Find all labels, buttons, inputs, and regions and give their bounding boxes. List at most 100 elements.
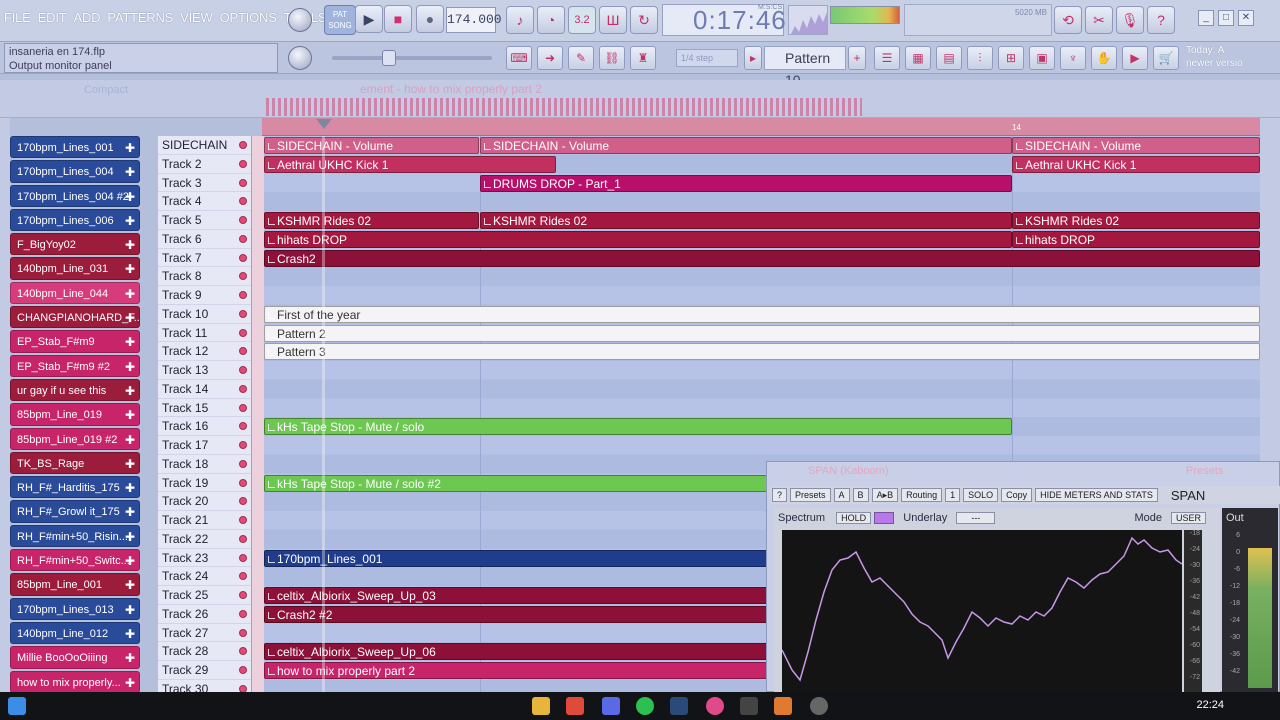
track-mute-icon[interactable] (239, 459, 247, 468)
track-mute-icon[interactable] (239, 497, 247, 506)
snap-forward-button[interactable]: ➜ (537, 46, 563, 70)
hold-button[interactable]: HOLD (836, 512, 872, 524)
playlist-button[interactable]: ☰ (874, 46, 900, 70)
mode-select[interactable]: USER (1171, 512, 1207, 524)
track-header[interactable]: Track 26 (158, 605, 251, 624)
pattern-prev-button[interactable]: ▸ (744, 46, 762, 70)
stamp-button[interactable]: ♜ (630, 46, 656, 70)
channel-item[interactable]: 85bpm_Line_001 ✚ (10, 573, 140, 596)
channel-plus-icon[interactable]: ✚ (125, 599, 135, 619)
track-mute-icon[interactable] (239, 441, 247, 449)
pattern-selector[interactable]: Pattern 10 (764, 46, 846, 88)
channel-plus-icon[interactable]: ✚ (125, 647, 135, 667)
channel-plus-icon[interactable]: ✚ (125, 234, 135, 254)
playlist-clip[interactable]: SIDECHAIN - Volume (1012, 137, 1260, 154)
track-mute-icon[interactable] (239, 553, 247, 562)
track-mute-icon[interactable] (239, 178, 247, 187)
menu-item-add[interactable]: ADD (73, 10, 100, 25)
track-header[interactable]: Track 14 (158, 380, 251, 399)
track-header[interactable]: Track 22 (158, 530, 251, 549)
span-toolbar-button[interactable]: 1 (945, 488, 961, 502)
track-header[interactable]: Track 17 (158, 436, 251, 455)
channel-plus-icon[interactable]: ✚ (125, 623, 135, 643)
playlist-clip[interactable]: Pattern 2 (264, 324, 1260, 342)
track-mute-icon[interactable] (239, 572, 247, 581)
tempo-display[interactable]: 174.000 (446, 7, 502, 33)
channel-item[interactable]: EP_Stab_F#m9 ✚ (10, 330, 140, 353)
track-header[interactable]: Track 20 (158, 492, 251, 511)
record-button[interactable]: ● (416, 5, 444, 33)
channel-plus-icon[interactable]: ✚ (125, 307, 135, 327)
channel-plus-icon[interactable]: ✚ (125, 186, 135, 206)
channel-plus-icon[interactable]: ✚ (125, 574, 135, 594)
playlist-clip[interactable]: Crash2 (264, 249, 1260, 267)
playlist-clip[interactable]: hihats DROP (264, 230, 1012, 248)
brave-icon[interactable] (566, 697, 584, 715)
metronome-button[interactable]: ♪ (506, 6, 534, 34)
track-mute-icon[interactable] (239, 272, 247, 281)
channel-item[interactable]: 85bpm_Line_019 ✚ (10, 403, 140, 426)
playlist-clip[interactable]: 170bpm_Lines_001 (264, 549, 768, 567)
channel-plus-icon[interactable]: ✚ (125, 672, 135, 692)
channel-plus-icon[interactable]: ✚ (125, 404, 135, 424)
track-mute-icon[interactable] (239, 291, 247, 299)
channel-item[interactable]: RH_F#_Harditis_175 ✚ (10, 476, 140, 499)
playlist-clip[interactable]: hihats DROP (1012, 230, 1260, 248)
span-toolbar-button[interactable]: A (833, 488, 850, 502)
channel-plus-icon[interactable]: ✚ (125, 453, 135, 473)
fl-studio-icon[interactable] (774, 697, 792, 715)
channel-plus-icon[interactable]: ✚ (125, 161, 135, 181)
track-header[interactable]: Track 18 (158, 455, 251, 474)
track-mute-icon[interactable] (239, 628, 247, 637)
track-mute-icon[interactable] (239, 422, 247, 431)
maximize-button[interactable]: □ (1218, 10, 1234, 26)
span-toolbar-button[interactable]: SOLO (963, 488, 999, 502)
wait-input-button[interactable]: ◔ (537, 6, 565, 34)
menu-item-file[interactable]: FILE (4, 10, 31, 25)
channel-plus-icon[interactable]: ✚ (125, 550, 135, 570)
track-header[interactable]: Track 8 (158, 267, 251, 286)
file-explorer-icon[interactable] (532, 697, 550, 715)
playlist-clip[interactable]: kHs Tape Stop - Mute / solo #2 (264, 474, 768, 492)
track-header[interactable]: Track 10 (158, 305, 251, 324)
track-header[interactable]: Track 3 (158, 174, 251, 193)
playlist-clip[interactable]: celtix_Albiorix_Sweep_Up_03 (264, 587, 768, 604)
channel-plus-icon[interactable]: ✚ (125, 477, 135, 497)
playlist-clip[interactable]: how to mix properly part 2 (264, 662, 768, 679)
track-mute-icon[interactable] (239, 534, 247, 543)
channel-item[interactable]: RH_F#min+50_Switc... ✚ (10, 549, 140, 572)
track-mute-icon[interactable] (239, 253, 247, 262)
mixer-button[interactable]: ⫶ (967, 46, 993, 70)
track-mute-icon[interactable] (239, 216, 247, 224)
tools-button[interactable]: ✂ (1085, 6, 1113, 34)
channel-plus-icon[interactable]: ✚ (125, 356, 135, 376)
overview-strip[interactable] (266, 98, 862, 116)
channel-plus-icon[interactable]: ✚ (125, 137, 135, 157)
channel-plus-icon[interactable]: ✚ (125, 380, 135, 400)
playlist-clip[interactable]: SIDECHAIN - Volume (480, 137, 1012, 154)
span-toolbar-button[interactable]: Routing (901, 488, 943, 502)
track-header[interactable]: Track 30 (158, 680, 251, 692)
channel-item[interactable]: ur gay if u see this ✚ (10, 378, 140, 402)
menu-item-edit[interactable]: EDIT (38, 10, 67, 25)
plugin-picker-button[interactable]: ♆ (1060, 46, 1086, 70)
playlist-clip[interactable]: DRUMS DROP - Part_1 (480, 174, 1012, 192)
pat-song-toggle[interactable]: PAT SONG (324, 5, 356, 35)
track-header[interactable]: Track 25 (158, 586, 251, 605)
track-mute-icon[interactable] (239, 366, 247, 374)
channel-plus-icon[interactable]: ✚ (125, 501, 135, 521)
track-header[interactable]: Track 16 (158, 417, 251, 436)
span-toolbar-button[interactable]: ? (772, 488, 788, 502)
track-mute-icon[interactable] (239, 384, 247, 393)
channel-plus-icon[interactable]: ✚ (125, 429, 135, 449)
track-mute-icon[interactable] (239, 403, 247, 412)
countdown-button[interactable]: 3.2 (568, 6, 596, 34)
playlist-clip[interactable]: celtix_Albiorix_Sweep_Up_06 (264, 643, 768, 661)
channel-item[interactable]: 170bpm_Lines_006 ✚ (10, 208, 140, 232)
channel-item[interactable]: Millie BooOoOiiing ✚ (10, 646, 140, 669)
touch-controller-button[interactable]: ✋ (1091, 46, 1117, 70)
typing-keyboard-button[interactable]: ⌨ (506, 46, 532, 70)
track-header[interactable]: Track 21 (158, 511, 251, 530)
span-toolbar-button[interactable]: Presets (790, 488, 831, 502)
track-mute-icon[interactable] (239, 516, 247, 524)
